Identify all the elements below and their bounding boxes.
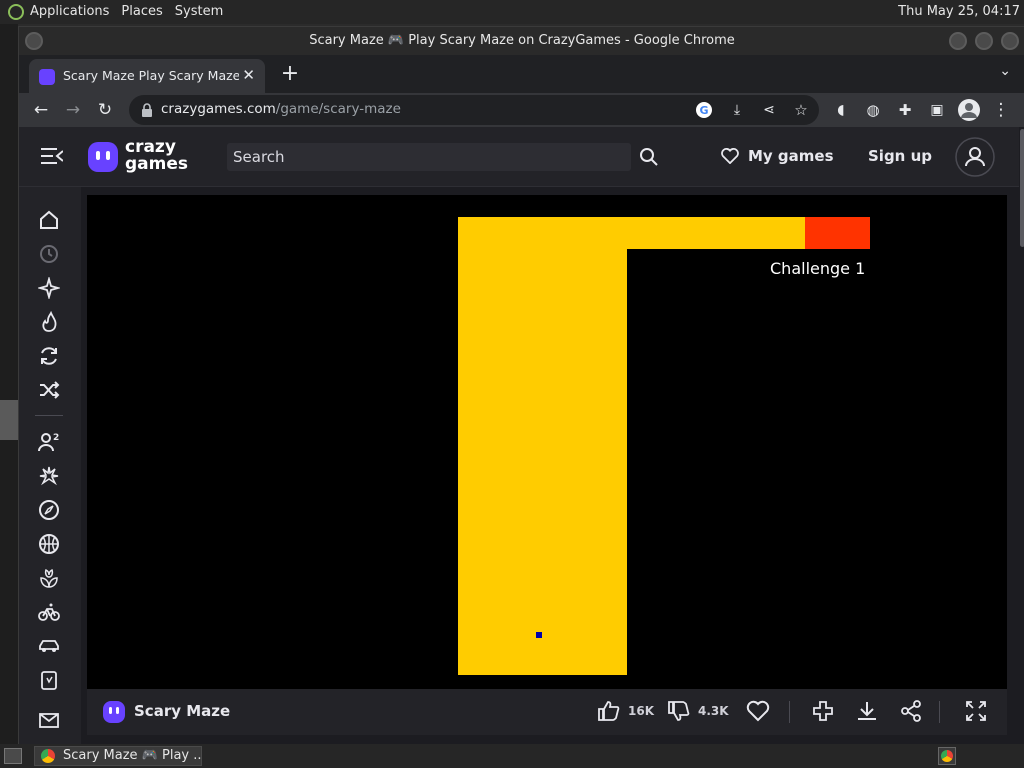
heart-icon[interactable] xyxy=(721,148,739,164)
bookmark-star-icon[interactable]: ☆ xyxy=(789,98,813,122)
lock-icon[interactable] xyxy=(139,102,155,118)
thumbs-up-icon[interactable] xyxy=(597,699,621,723)
game-bar: Scary Maze 16K 4.3K xyxy=(87,689,1007,735)
search-icon[interactable] xyxy=(639,147,659,167)
game-logo-icon xyxy=(103,701,125,723)
close-window-button[interactable] xyxy=(1001,32,1019,50)
scrollbar-thumb[interactable] xyxy=(1020,129,1024,247)
thumbs-down-icon[interactable] xyxy=(667,699,691,723)
new-tab-button[interactable]: + xyxy=(277,61,303,87)
reload-icon[interactable]: ↻ xyxy=(93,98,117,122)
logo-text[interactable]: crazy games xyxy=(125,139,188,173)
desktop-decoration xyxy=(0,400,18,440)
profile-avatar-icon[interactable] xyxy=(957,98,981,122)
search-input[interactable]: Search xyxy=(227,143,631,171)
site-header: crazy games Search My games Sign up xyxy=(19,127,1019,187)
share-icon[interactable]: ⋖ xyxy=(757,98,781,122)
crazygames-favicon-icon xyxy=(39,69,55,85)
os-logo-icon[interactable] xyxy=(8,4,24,20)
window-title: Scary Maze 🎮 Play Scary Maze on CrazyGam… xyxy=(19,27,1024,55)
recent-icon[interactable] xyxy=(38,243,60,265)
card-icon[interactable] xyxy=(38,669,60,691)
maze-goal xyxy=(805,217,870,249)
chrome-menu-icon[interactable]: ⋮ xyxy=(989,98,1013,122)
extension-globe-icon[interactable]: ◍ xyxy=(861,98,885,122)
sidebar-divider xyxy=(35,415,63,416)
car-icon[interactable] xyxy=(38,635,60,657)
url-text[interactable]: crazygames.com/game/scary-maze xyxy=(161,101,401,117)
places-menu[interactable]: Places xyxy=(115,0,168,24)
page-scrollbar[interactable] xyxy=(1019,127,1024,745)
home-icon[interactable] xyxy=(38,209,60,231)
game-canvas[interactable]: Challenge 1 xyxy=(87,195,1007,689)
applications-menu[interactable]: Applications xyxy=(24,0,115,24)
tab-scary-maze[interactable]: Scary Maze Play Scary Maze ✕ xyxy=(29,59,265,93)
svg-text:2: 2 xyxy=(53,433,59,443)
fullscreen-icon[interactable] xyxy=(964,699,988,723)
window-menu-button[interactable] xyxy=(25,32,43,50)
trending-icon[interactable] xyxy=(38,311,60,333)
extensions-puzzle-icon[interactable]: ✚ xyxy=(893,98,917,122)
system-menu[interactable]: System xyxy=(169,0,229,24)
maze-path-vertical xyxy=(458,217,627,675)
desktop-background xyxy=(0,24,18,744)
google-icon[interactable]: G xyxy=(695,101,713,119)
sidebar: 2 xyxy=(19,187,81,745)
my-games-link[interactable]: My games xyxy=(748,147,834,165)
mail-icon[interactable] xyxy=(38,709,60,731)
os-top-panel: Applications Places System Thu May 25, 0… xyxy=(0,0,1024,24)
minimize-button[interactable] xyxy=(949,32,967,50)
player-cursor[interactable] xyxy=(536,632,542,638)
sidebar-toggle-icon[interactable] xyxy=(41,147,63,165)
challenge-label: Challenge 1 xyxy=(770,259,866,278)
svg-text:G: G xyxy=(699,104,708,117)
browser-toolbar: ← → ↻ crazygames.com/game/scary-maze G ⤓… xyxy=(19,93,1024,127)
new-icon[interactable] xyxy=(38,277,60,299)
updated-icon[interactable] xyxy=(38,345,60,367)
url-path: /game/scary-maze xyxy=(275,101,401,117)
maximize-button[interactable] xyxy=(975,32,993,50)
side-panel-icon[interactable]: ▣ xyxy=(925,98,949,122)
tab-search-chevron-icon[interactable]: ⌄ xyxy=(999,63,1011,79)
sign-up-button[interactable]: Sign up xyxy=(868,147,932,165)
game-title: Scary Maze xyxy=(134,702,231,720)
likes-count: 16K xyxy=(628,704,654,718)
action-icon[interactable] xyxy=(38,465,60,487)
bike-icon[interactable] xyxy=(38,601,60,623)
crazygames-page: crazy games Search My games Sign up 2 Ch… xyxy=(19,127,1024,745)
install-icon[interactable]: ⤓ xyxy=(725,98,749,122)
game-bar-divider xyxy=(789,701,790,723)
chrome-window: Scary Maze 🎮 Play Scary Maze on CrazyGam… xyxy=(18,26,1024,745)
taskbar-item-label: Scary Maze 🎮 Play ... xyxy=(63,748,202,763)
favorite-heart-icon[interactable] xyxy=(746,699,770,723)
random-icon[interactable] xyxy=(38,379,60,401)
tab-strip: Scary Maze Play Scary Maze ✕ xyxy=(19,55,1024,93)
casual-icon[interactable] xyxy=(38,567,60,589)
download-icon[interactable] xyxy=(855,699,879,723)
address-bar[interactable]: crazygames.com/game/scary-maze G ⤓ ⋖ ☆ xyxy=(129,95,819,125)
url-host: crazygames.com xyxy=(161,101,276,117)
tray-chrome-glyph-icon xyxy=(941,750,953,762)
basketball-icon[interactable] xyxy=(38,533,60,555)
embed-icon[interactable] xyxy=(811,699,835,723)
os-taskbar: Scary Maze 🎮 Play ... xyxy=(0,744,1024,768)
logo-text-games: games xyxy=(125,154,189,174)
show-desktop-icon[interactable] xyxy=(4,748,22,764)
two-player-icon[interactable]: 2 xyxy=(38,431,60,453)
crazygames-logo-icon[interactable] xyxy=(87,141,119,173)
taskbar-chrome-item[interactable]: Scary Maze 🎮 Play ... xyxy=(34,746,202,766)
forward-arrow-icon[interactable]: → xyxy=(61,98,85,122)
game-bar-divider-2 xyxy=(939,701,940,723)
adventure-icon[interactable] xyxy=(38,499,60,521)
tray-chrome-icon[interactable] xyxy=(938,747,956,765)
share-game-icon[interactable] xyxy=(899,699,923,723)
extension-mouse-icon[interactable]: ◖ xyxy=(829,98,853,122)
clock[interactable]: Thu May 25, 04:17 xyxy=(898,0,1020,24)
tab-title: Scary Maze Play Scary Maze xyxy=(63,68,239,83)
back-arrow-icon[interactable]: ← xyxy=(29,98,53,122)
user-account-icon[interactable] xyxy=(955,137,995,177)
tab-close-icon[interactable]: ✕ xyxy=(242,66,255,84)
chrome-icon xyxy=(41,749,55,763)
dislikes-count: 4.3K xyxy=(698,704,729,718)
